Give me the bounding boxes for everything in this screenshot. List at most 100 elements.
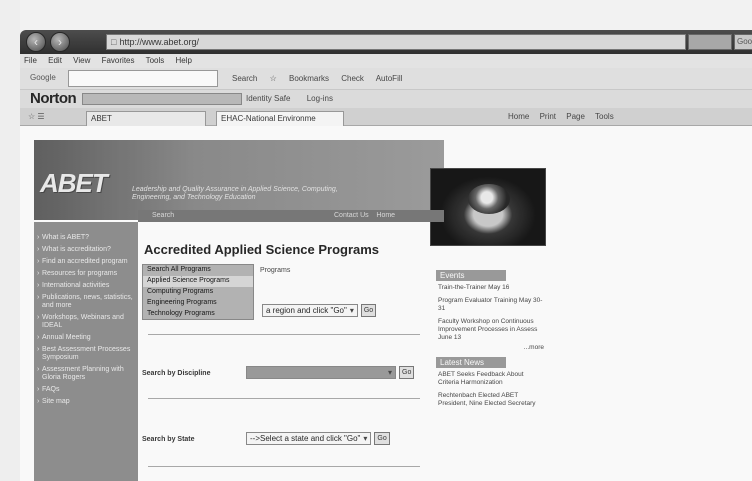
contact-us-link[interactable]: Contact Us — [334, 212, 369, 219]
tab-ehac[interactable]: EHAC-National Environme — [216, 111, 344, 126]
events-heading: Events — [436, 270, 506, 281]
tab-bar: ☆ ☰ ABET EHAC-National Environme Home Pr… — [20, 108, 752, 126]
divider — [148, 334, 420, 335]
menu-view[interactable]: View — [73, 56, 90, 65]
browser-search-box[interactable]: Googl — [734, 34, 752, 50]
check-button[interactable]: Check — [341, 74, 364, 83]
dropdown-option[interactable]: Search All Programs — [143, 265, 253, 276]
news-item[interactable]: Rechtenbach Elected ABET President, Nine… — [438, 392, 544, 408]
menu-file[interactable]: File — [24, 56, 37, 65]
norton-status-box[interactable] — [82, 93, 242, 105]
state-go-button[interactable]: Go — [374, 432, 390, 445]
sidebar-item-best-assessment[interactable]: Best Assessment Processes Symposium — [34, 344, 138, 364]
sidebar-item-find-program[interactable]: Find an accredited program — [34, 256, 138, 268]
menu-help[interactable]: Help — [176, 56, 192, 65]
programs-link[interactable]: Programs — [260, 267, 290, 274]
menu-bar: File Edit View Favorites Tools Help — [20, 54, 752, 68]
dropdown-option-selected[interactable]: Applied Science Programs — [143, 276, 253, 287]
events-more-link[interactable]: ...more — [430, 344, 544, 351]
divider — [148, 466, 420, 467]
back-arrow-icon[interactable]: ‹ — [26, 32, 46, 52]
header-photo-detail — [468, 184, 510, 214]
site-tagline: Leadership and Quality Assurance in Appl… — [132, 186, 338, 201]
news-item[interactable]: ABET Seeks Feedback About Criteria Harmo… — [438, 371, 544, 387]
address-bar[interactable]: □ http://www.abet.org/ — [106, 34, 686, 50]
norton-logo: Norton — [30, 90, 77, 107]
discipline-label: Search by Discipline — [142, 369, 211, 377]
favorites-star-icon[interactable]: ☆ ☰ — [28, 112, 45, 121]
chevron-down-icon: ▾ — [363, 434, 368, 443]
sidebar-item-resources[interactable]: Resources for programs — [34, 268, 138, 280]
discipline-select[interactable]: ▾ — [246, 366, 396, 379]
log-ins-button[interactable]: Log-ins — [307, 94, 333, 103]
sidebar-item-workshops[interactable]: Workshops, Webinars and IDEAL — [34, 312, 138, 332]
region-go-button[interactable]: Go — [360, 304, 377, 317]
dropdown-option[interactable]: Technology Programs — [143, 309, 253, 320]
home-button[interactable]: Home — [508, 112, 529, 121]
page-icon: □ — [111, 37, 117, 47]
star-icon: ☆ — [269, 74, 277, 83]
google-toolbar-label: Google — [30, 73, 56, 82]
tools-button[interactable]: Tools — [595, 112, 614, 121]
event-item[interactable]: Faculty Workshop on Continuous Improveme… — [438, 318, 544, 342]
command-bar: Home Print Page Tools — [508, 112, 622, 121]
home-link[interactable]: Home — [376, 212, 395, 219]
identity-safe-button[interactable]: Identity Safe — [246, 94, 290, 103]
site-utility-links: Contact Us Home — [334, 210, 395, 222]
sidebar-item-international[interactable]: International activities — [34, 280, 138, 292]
sidebar-item-assessment-planning[interactable]: Assessment Planning with Gloria Rogers — [34, 364, 138, 384]
web-page: ABET Leadership and Quality Assurance in… — [20, 126, 752, 481]
paper-margin — [0, 0, 20, 481]
program-type-dropdown[interactable]: Search All Programs Applied Science Prog… — [142, 264, 254, 320]
refresh-stop-buttons[interactable] — [688, 34, 732, 50]
google-search-input[interactable] — [68, 70, 218, 87]
sidebar-item-faqs[interactable]: FAQs — [34, 384, 138, 396]
dropdown-option[interactable]: Computing Programs — [143, 287, 253, 298]
print-button[interactable]: Print — [540, 112, 556, 121]
divider — [148, 398, 420, 399]
event-item[interactable]: Train-the-Trainer May 16 — [438, 284, 544, 292]
site-sidebar: What is ABET? What is accreditation? Fin… — [34, 222, 138, 481]
sidebar-item-accreditation[interactable]: What is accreditation? — [34, 244, 138, 256]
bookmarks-button[interactable]: Bookmarks — [289, 74, 329, 83]
right-column: Events Train-the-Trainer May 16 Program … — [430, 270, 548, 481]
dropdown-option[interactable]: Engineering Programs — [143, 298, 253, 309]
region-search-row: a region and click "Go" ▾ Go — [262, 304, 377, 317]
site-search-bar: Search Contact Us Home — [138, 210, 444, 222]
discipline-go-button[interactable]: Go — [399, 366, 415, 379]
google-toolbar-items: Search ☆ Bookmarks Check AutoFill — [232, 74, 412, 83]
tab-ehac-label: EHAC-National Environme — [221, 114, 316, 123]
region-select-value: a region and click "Go" — [266, 306, 347, 315]
address-url: http://www.abet.org/ — [119, 37, 199, 47]
menu-tools[interactable]: Tools — [146, 56, 165, 65]
discipline-search-row: Search by Discipline ▾ Go — [142, 366, 415, 379]
sidebar-item-site-map[interactable]: Site map — [34, 396, 138, 408]
state-select[interactable]: -->Select a state and click "Go" ▾ — [246, 432, 372, 445]
site-search-link[interactable]: Search — [152, 212, 174, 219]
state-select-value: -->Select a state and click "Go" — [250, 434, 361, 443]
browser-window: ‹ › □http://www.abet.org/ Googl File Edi… — [0, 0, 752, 481]
menu-edit[interactable]: Edit — [48, 56, 62, 65]
event-item[interactable]: Program Evaluator Training May 30-31 — [438, 297, 544, 313]
state-search-row: Search by State -->Select a state and cli… — [142, 432, 390, 445]
sidebar-item-what-is-abet[interactable]: What is ABET? — [34, 232, 138, 244]
menu-favorites[interactable]: Favorites — [102, 56, 135, 65]
norton-toolbar-items: Identity Safe Log-ins — [246, 94, 347, 103]
region-select[interactable]: a region and click "Go" ▾ — [262, 304, 358, 317]
tab-abet[interactable]: ABET — [86, 111, 206, 126]
news-heading: Latest News — [436, 357, 506, 368]
sidebar-item-annual-meeting[interactable]: Annual Meeting — [34, 332, 138, 344]
abet-logo[interactable]: ABET — [40, 168, 108, 199]
tab-abet-label: ABET — [91, 114, 112, 123]
forward-arrow-icon[interactable]: › — [50, 32, 70, 52]
google-search-button[interactable]: Search — [232, 74, 257, 83]
page-button[interactable]: Page — [566, 112, 585, 121]
google-toolbar: Google Search ☆ Bookmarks Check AutoFill — [20, 68, 752, 90]
norton-toolbar: Norton Identity Safe Log-ins — [20, 90, 752, 108]
state-label: Search by State — [142, 435, 195, 443]
chevron-down-icon: ▾ — [387, 368, 392, 377]
chevron-down-icon: ▾ — [349, 306, 354, 315]
autofill-button[interactable]: AutoFill — [376, 74, 403, 83]
sidebar-item-publications[interactable]: Publications, news, statistics, and more — [34, 292, 138, 312]
